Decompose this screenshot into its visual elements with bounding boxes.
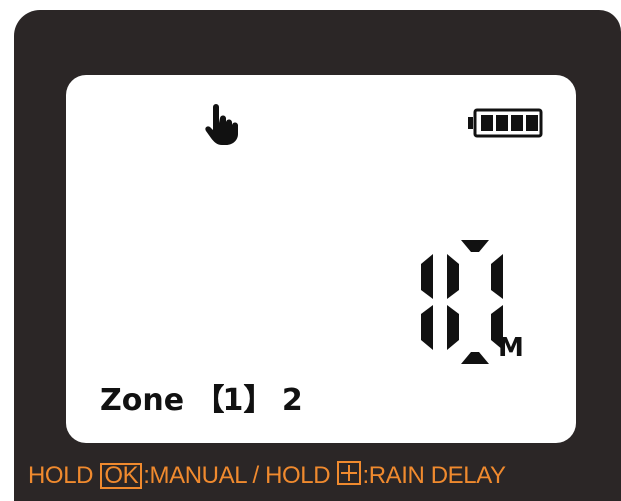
zone-indicator: Zone 【1】 2	[100, 375, 303, 419]
battery-segment	[481, 115, 493, 131]
controller-device: M Zone 【1】 2 HOLD OK:MANUAL / HOLD :RAIN…	[14, 10, 621, 501]
legend-manual: :MANUAL / HOLD	[143, 462, 331, 489]
legend-rain-delay: :RAIN DELAY	[362, 462, 506, 489]
battery-segment	[526, 115, 538, 131]
battery-segment	[511, 115, 523, 131]
digit-segment	[447, 254, 459, 299]
zone-next: 2	[281, 383, 303, 418]
digit-segment	[421, 254, 433, 299]
plus-key-icon	[337, 461, 362, 485]
battery-icon	[468, 108, 543, 138]
instruction-legend: HOLD OK:MANUAL / HOLD :RAIN DELAY	[28, 461, 506, 490]
battery-segment	[496, 115, 508, 131]
digit-segment	[461, 352, 489, 364]
zone-bracket-open: 【	[194, 383, 225, 418]
duration-digits	[421, 240, 503, 364]
zone-selected: 1	[222, 383, 244, 418]
hand-pointer-icon	[205, 104, 239, 145]
digit-segment	[447, 305, 459, 350]
digit-segment	[491, 254, 503, 299]
legend-hold-1: HOLD	[28, 462, 94, 489]
digit-segment	[421, 305, 433, 350]
zone-bracket-close: 】	[243, 383, 273, 418]
digit-segment	[461, 240, 489, 252]
ok-key-label: OK	[100, 463, 143, 489]
lcd-screen: M Zone 【1】 2	[66, 75, 576, 443]
zone-label: Zone	[100, 383, 185, 418]
duration-unit: M	[498, 333, 524, 363]
